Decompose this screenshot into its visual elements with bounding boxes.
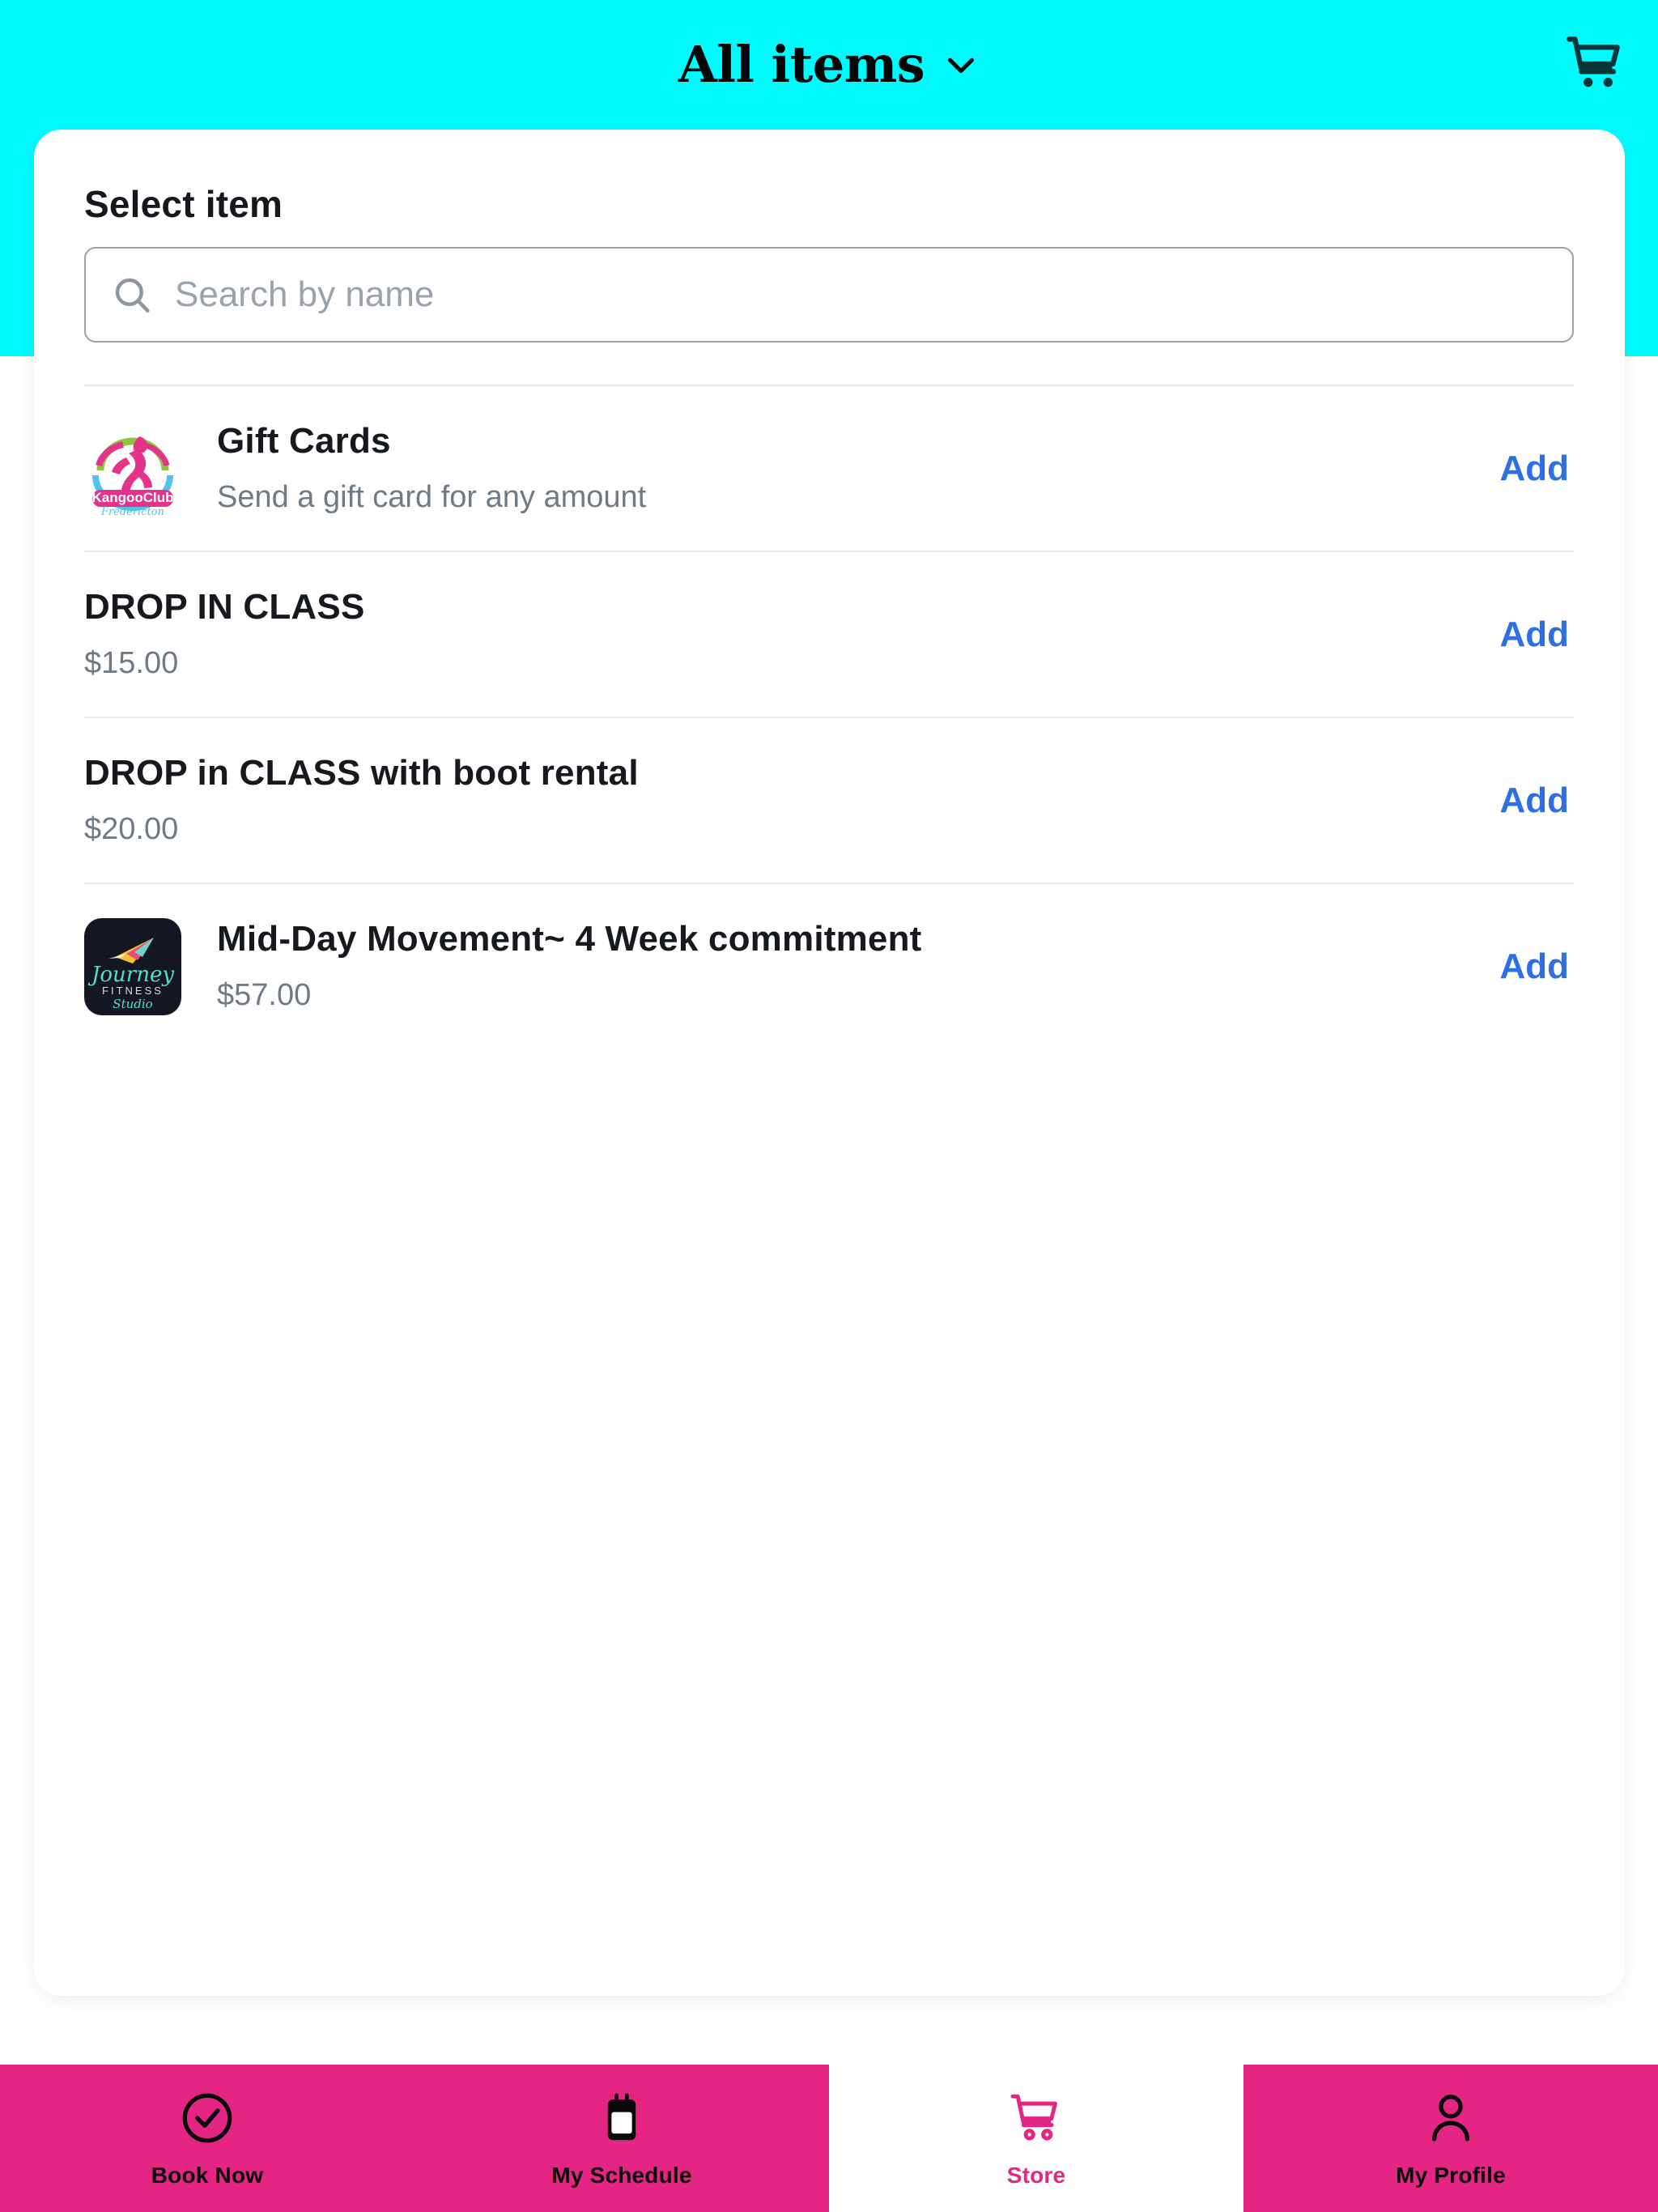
list-item-text: DROP in CLASS with boot rental $20.00 [84,753,1470,847]
list-item-price: $15.00 [84,645,179,680]
search-input[interactable] [175,274,1548,315]
add-button[interactable]: Add [1494,606,1574,663]
search-field-wrapper[interactable] [84,247,1574,342]
kangooclub-fredericton-logo: KangooClub Fredericton [84,419,181,517]
chevron-down-icon [942,46,980,83]
nav-tab-label: My Schedule [551,2163,692,2188]
add-button[interactable]: Add [1494,440,1574,497]
list-item-text: DROP IN CLASS $15.00 [84,587,1470,681]
list-item[interactable]: Journey FITNESS Studio Mid-Day Movement~… [84,883,1574,1049]
item-list: KangooClub Fredericton Gift Cards Send a… [84,385,1574,1049]
nav-tab-label: Store [1006,2163,1066,2188]
list-item-price: $20.00 [84,811,179,846]
list-item-name: DROP IN CLASS [84,587,365,627]
calendar-icon [592,2088,652,2148]
shopping-cart-icon [1006,2088,1066,2148]
check-circle-icon [177,2088,237,2148]
nav-tab-book-now[interactable]: Book Now [0,2065,414,2212]
nav-tab-my-schedule[interactable]: My Schedule [414,2065,829,2212]
svg-text:Studio: Studio [113,997,152,1011]
svg-text:Journey: Journey [87,963,174,987]
select-item-panel: Select item KangooClub [34,130,1625,1996]
bottom-navigation-bar: Book Now My Schedule Store My Profile [0,2065,1658,2212]
page-title: All items [678,35,925,94]
add-button[interactable]: Add [1494,938,1574,995]
list-item-text: Mid-Day Movement~ 4 Week commitment $57.… [217,919,1470,1013]
nav-tab-my-profile[interactable]: My Profile [1244,2065,1658,2212]
list-item-subtitle: Send a gift card for any amount [217,479,647,514]
list-item-name: Mid-Day Movement~ 4 Week commitment [217,919,922,959]
list-item[interactable]: KangooClub Fredericton Gift Cards Send a… [84,385,1574,551]
nav-tab-store[interactable]: Store [829,2065,1244,2212]
list-item[interactable]: DROP in CLASS with boot rental $20.00 Ad… [84,717,1574,883]
journey-fitness-studio-logo: Journey FITNESS Studio [84,917,181,1015]
shopping-cart-icon [1561,31,1630,100]
search-icon [110,273,154,317]
svg-text:KangooClub: KangooClub [91,490,173,505]
nav-tab-label: My Profile [1396,2163,1506,2188]
add-button[interactable]: Add [1494,772,1574,829]
panel-title: Select item [84,183,283,225]
list-item-text: Gift Cards Send a gift card for any amou… [217,421,1470,515]
nav-tab-label: Book Now [151,2163,264,2188]
svg-text:FITNESS: FITNESS [102,985,164,997]
person-icon [1421,2088,1481,2148]
list-item-price: $57.00 [217,977,312,1012]
cart-button[interactable] [1551,24,1640,105]
list-item-name: Gift Cards [217,421,391,462]
all-items-filter-dropdown[interactable]: All items [678,40,980,90]
list-item[interactable]: DROP IN CLASS $15.00 Add [84,551,1574,717]
list-item-name: DROP in CLASS with boot rental [84,753,639,793]
top-app-bar: All items [0,0,1658,130]
svg-text:Fredericton: Fredericton [100,506,164,517]
